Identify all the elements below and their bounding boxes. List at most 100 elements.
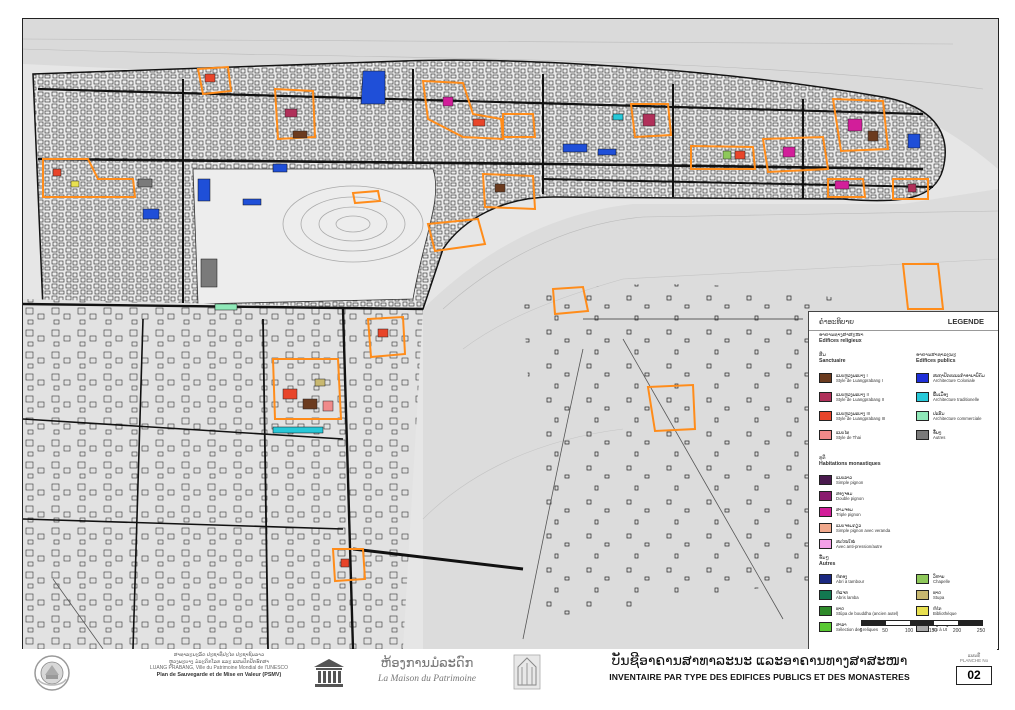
autres-label: Autres (819, 561, 836, 567)
map-title-fr: INVENTAIRE PAR TYPE DES EDIFICES PUBLICS… (609, 672, 910, 682)
legend-item: ສາມຈອມ Triple pignon (819, 507, 861, 517)
legend-item: ສອງຈອມ Double pignon (819, 491, 864, 501)
public-heading: ອາຄານສາທາລະນະ Edifices publics (916, 352, 956, 364)
legend-item: ສະຖາປັດຕະຍະກຳອານານິຄົມ Architecture Colon… (916, 373, 985, 383)
legend-item-label: Double pignon (836, 496, 864, 501)
legend-item-label: Bibliothèque (933, 611, 957, 616)
legend-swatch (916, 392, 929, 402)
sanctuaire-heading: ສິມ Sanctuaire (819, 352, 846, 364)
plate-number: 02 (956, 666, 992, 685)
legend-item-text: ແບບຈອມດຽວ Simple pignon avec veranda (836, 523, 890, 533)
legend-item-label: Architecture traditionelle (933, 397, 980, 402)
legend-title: LEGENDE (947, 317, 984, 326)
legend-swatch (916, 590, 929, 600)
legend-item-label: Architecture Coloniale (933, 378, 976, 383)
institution-block: ສາທາລະນະລັດ ປະຊາທິປະໄຕ ປະຊາຊົນລາວ ຫຼວງພະ… (94, 652, 344, 678)
lao-emblem-icon (34, 655, 70, 691)
legend-swatch (819, 590, 832, 600)
legend-item-text: ສອງຈອມ Double pignon (836, 491, 864, 501)
legend-item: ແບບໄທ Style de Thai (819, 430, 861, 440)
maison-lao: ຫ້ອງການມໍລະດົກ (380, 655, 474, 670)
legend-item-text: ສາມຈອມ Triple pignon (836, 507, 861, 517)
habitations-heading: ກຸຕິ Habitations monastiques (819, 455, 881, 467)
legend-item: ແບບຈອມດຽວ Simple pignon avec veranda (819, 523, 890, 533)
institution-lao-2: ຫຼວງພະບາງ ມໍລະດົກໂລກ ແລະ ແຜນປົກປັກຮັກສາ (168, 658, 270, 665)
legend-item-text: ແບບຫຼວງພະບາງ II Style de Luangprabang II (836, 392, 884, 402)
legend-item-text: ທາດ Stûpa de bouddha (ancien autel) (836, 606, 898, 616)
scale-tick-label: 50 (882, 628, 888, 634)
scale-bar: 0 50 100 150 200 250 (859, 620, 985, 634)
map-title: ບັນຊີອາຄານສາທາລະນະ ແລະອາຄານທາງສາສະໜາ INV… (567, 652, 952, 682)
plate-number-box: ແຜນທີ່ PLANCHE No 02 (954, 653, 994, 693)
legend-swatch (819, 539, 832, 549)
title-block: ສາທາລະນະລັດ ປະຊາທິປະໄຕ ປະຊາຊົນລາວ ຫຼວງພະ… (22, 649, 997, 699)
legend-swatch (819, 507, 832, 517)
legend-item: ທາດ Stûpa de bouddha (ancien autel) (819, 606, 898, 616)
legend-item-label: Style de Luangprabang III (836, 416, 886, 421)
legend-swatch (819, 373, 832, 383)
legend-item-label: Architecture commerciale (933, 416, 982, 421)
legend-item: ພື້ນເມືອງ Architecture traditionelle (916, 392, 979, 402)
legend-swatch (819, 475, 832, 485)
legend-item-text: ວິຫານ Chapelle (933, 574, 950, 584)
legend-item-text: ຫໍແຈກ Abris lamba (836, 590, 859, 600)
plate-label: PLANCHE No (959, 658, 989, 663)
legend-item-label: Style de Luangprabang II (836, 397, 885, 402)
legend-item-label: Avec anti-pression/autre (836, 544, 883, 549)
legend-item-text: ປະສົມ Architecture commerciale (933, 411, 981, 421)
legend-title-lao: ຄຳອະທິບາຍ (819, 318, 854, 326)
legend-item-label: Simple pignon (836, 480, 864, 485)
temple-logo-icon (513, 654, 541, 690)
legend-item-text: ແບບຫຼວງພະບາງ III Style de Luangprabang II… (836, 411, 885, 421)
legend-item: ແບບລາວ Simple pignon (819, 475, 863, 485)
autres-heading: ອື່ນໆ Autres (819, 555, 835, 567)
legend-item-text: ພື້ນເມືອງ Architecture traditionelle (933, 392, 979, 402)
unesco-logo-icon (314, 659, 344, 687)
scale-tick-label: 0 (859, 628, 863, 634)
legend-item-text: ອື່ນໆ Autres (933, 430, 945, 440)
institution-fr-2: Plan de Sauvegarde et de Mise en Valeur … (156, 671, 282, 678)
legend-item: ສະໄໝໃໝ່ Avec anti-pression/autre (819, 539, 882, 549)
legend-item-text: ແບບລາວ Simple pignon (836, 475, 863, 485)
legend-item-text: ຫໍໄຕ Bibliothèque (933, 606, 957, 616)
legend-swatch (819, 430, 832, 440)
legend-item-label: Simple pignon avec veranda (836, 528, 891, 533)
legend-item-label: Style de Luangprabang I (836, 378, 883, 383)
legend-item-label: Stupa (933, 595, 945, 600)
legend-item: ແບບຫຼວງພະບາງ II Style de Luangprabang II (819, 392, 884, 402)
maison-du-patrimoine: ຫ້ອງການມໍລະດົກ La Maison du Patrimoine (372, 655, 482, 684)
legend-swatch (819, 622, 832, 632)
legend-swatch (916, 430, 929, 440)
legend-item-text: ສະໄໝໃໝ່ Avec anti-pression/autre (836, 539, 882, 549)
map-title-lao: ບັນຊີອາຄານສາທາລະນະ ແລະອາຄານທາງສາສະໜາ (611, 652, 908, 668)
legend-swatch (819, 411, 832, 421)
legend-item-label: Autres (933, 435, 946, 440)
maison-fr: La Maison du Patrimoine (378, 674, 476, 684)
legend-item-label: Abris lamba (836, 595, 859, 600)
legend-item-text: ຫໍກອງ Abri à tambour (836, 574, 864, 584)
legend-swatch (819, 574, 832, 584)
legend-item-text: ແບບໄທ Style de Thai (836, 430, 861, 440)
legend-swatch (819, 606, 832, 616)
legend-item-label: Stûpa de bouddha (ancien autel) (836, 611, 899, 616)
public-label: Edifices publics (916, 358, 956, 364)
legend-swatch (819, 523, 832, 533)
legend-swatch (916, 606, 929, 616)
legend-swatch (819, 392, 832, 402)
legend-item-label: Chapelle (933, 579, 950, 584)
legend-item: ແບບຫຼວງພະບາງ III Style de Luangprabang II… (819, 411, 885, 421)
legend-swatch (916, 411, 929, 421)
legend-item-label: Triple pignon (836, 512, 861, 517)
legend-item: ຫໍແຈກ Abris lamba (819, 590, 859, 600)
institution-lao-1: ສາທາລະນະລັດ ປະຊາທິປະໄຕ ປະຊາຊົນລາວ (173, 652, 265, 658)
religious-section-heading: ອາຄານທາງສາສະໜາ Edifices religieux (819, 332, 863, 344)
legend-item-text: ທາດ Stupa (933, 590, 944, 600)
scale-tick-label: 250 (976, 628, 986, 634)
legend-item-label: Style de Thai (836, 435, 862, 440)
map-sheet: ຄຳອະທິບາຍ LEGENDE ອາຄານທາງສາສະໜາ Edifice… (22, 18, 999, 650)
legend-header: ຄຳອະທິບາຍ LEGENDE (809, 312, 998, 331)
legend-swatch (819, 491, 832, 501)
legend-item-text: ແບບຫຼວງພະບາງ I Style de Luangprabang I (836, 373, 883, 383)
legend-item: ປະສົມ Architecture commerciale (916, 411, 981, 421)
legend-panel: ຄຳອະທິບາຍ LEGENDE ອາຄານທາງສາສະໜາ Edifice… (808, 311, 998, 649)
